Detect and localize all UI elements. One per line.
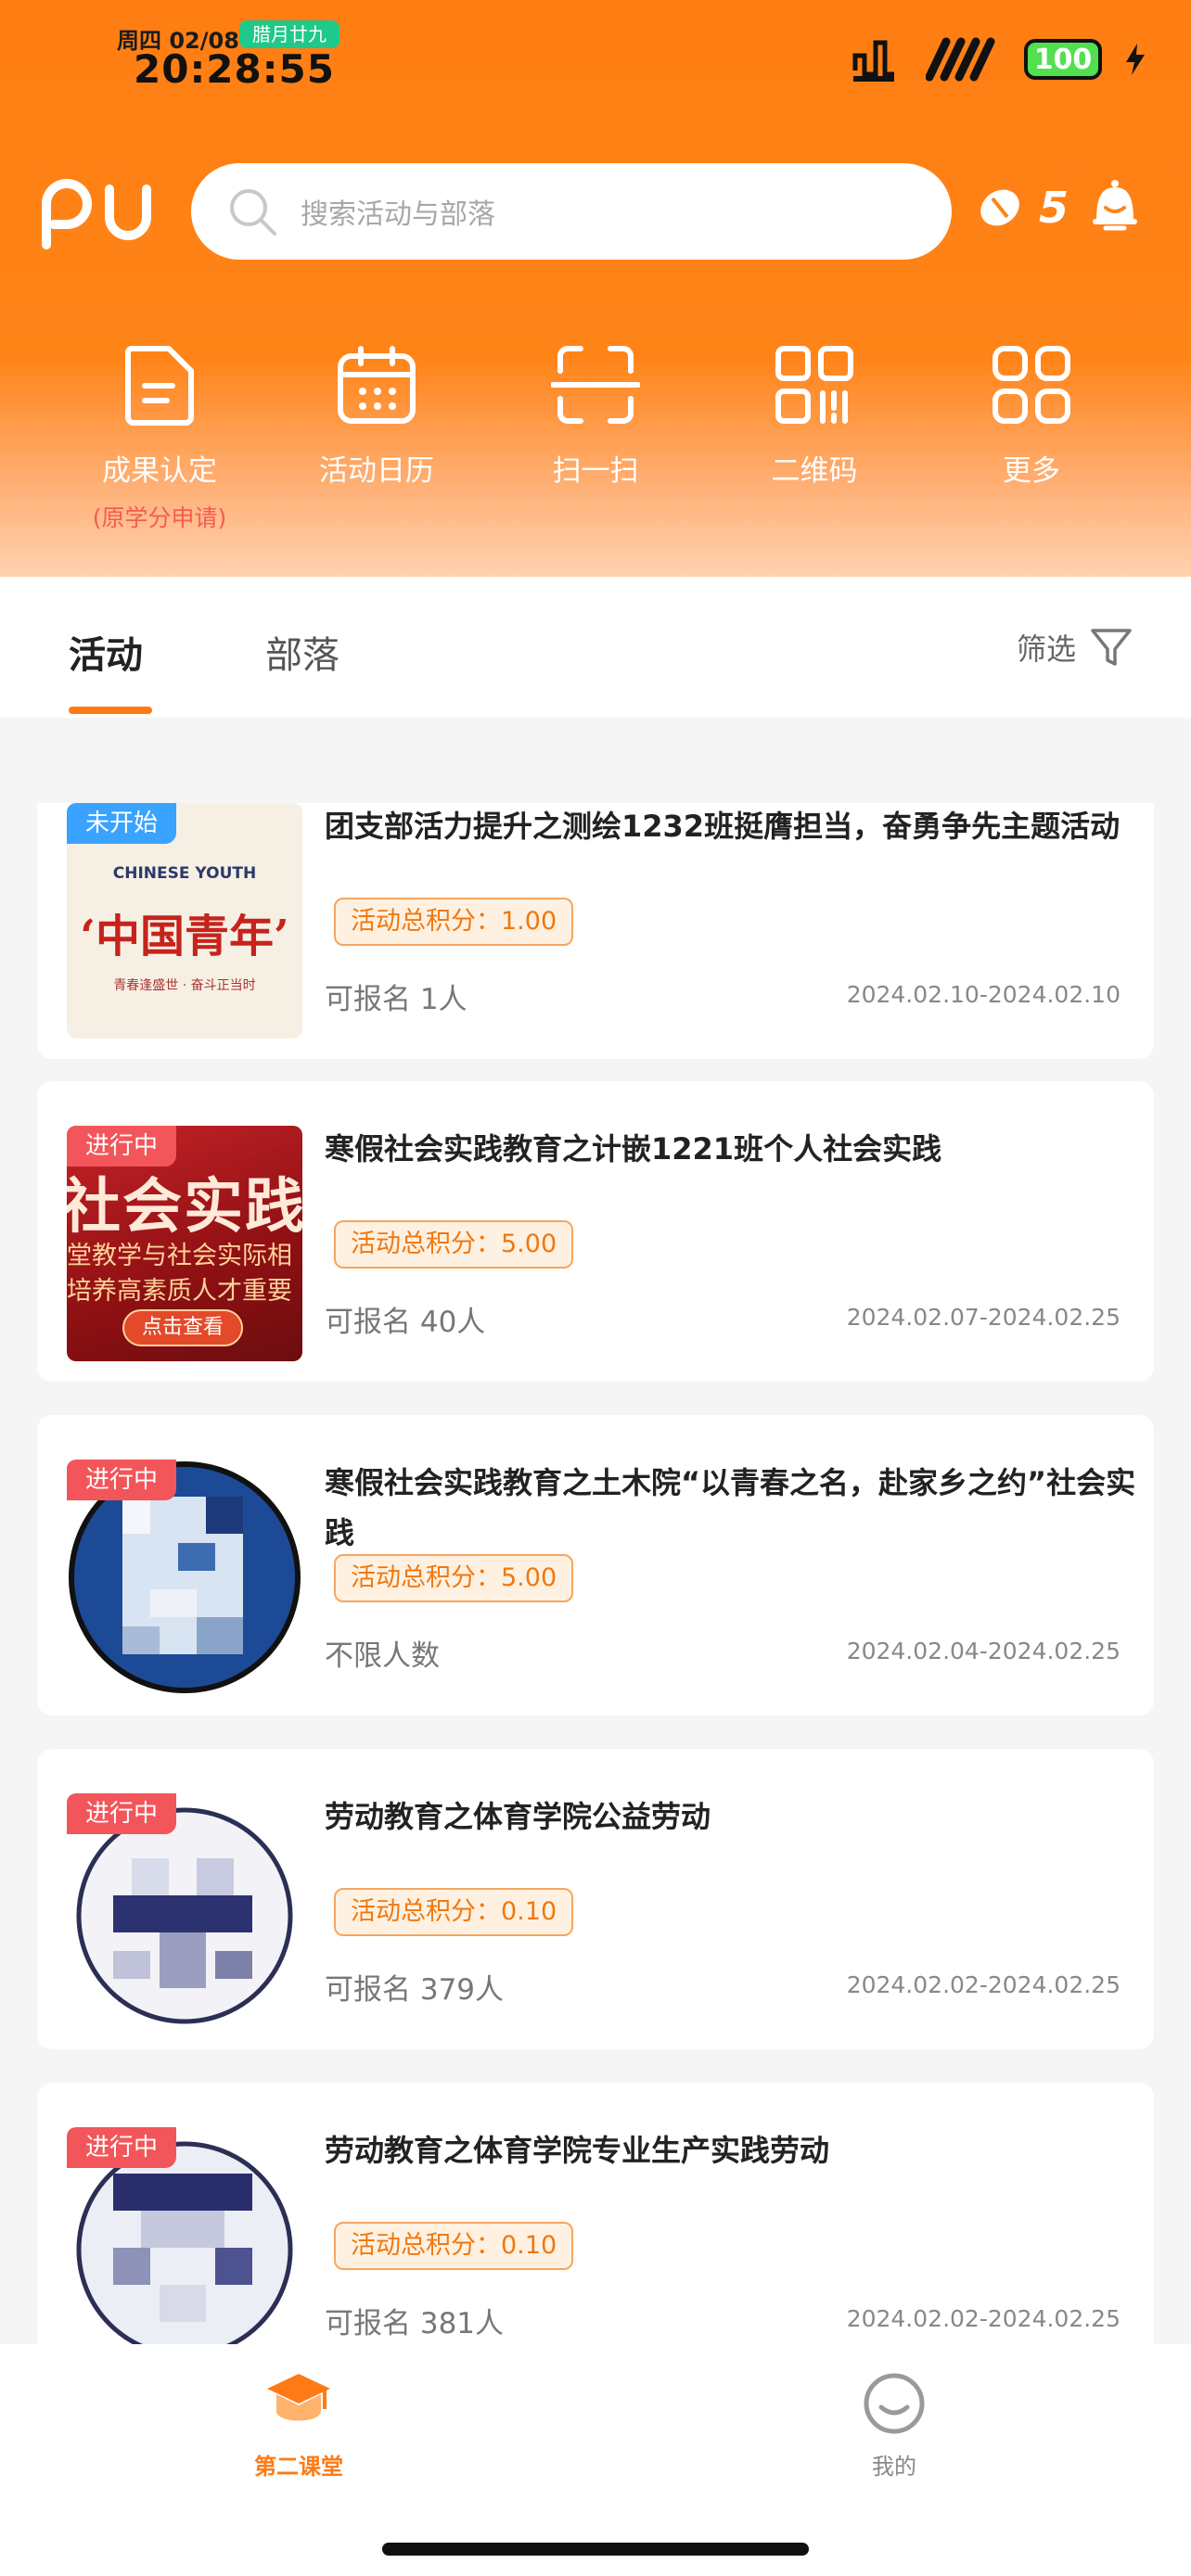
activity-card[interactable]: 社会实践 堂教学与社会实际相 培养高素质人才重要 点击查看 进行中 寒假社会实践… xyxy=(37,1081,1154,1382)
search-placeholder: 搜索活动与部落 xyxy=(301,198,495,231)
activity-card[interactable]: CHINESE YOUTH ‘中国青年’ 青春逢盛世 · 奋斗正当时 未开始 团… xyxy=(37,803,1154,1059)
document-icon xyxy=(125,346,194,426)
activity-title: 劳动教育之体育学院专业生产实践劳动 xyxy=(325,2133,830,2168)
nav-mine[interactable]: 我的 xyxy=(792,2370,996,2480)
score-badge: 活动总积分：1.00 xyxy=(334,898,574,946)
tab-bar: 活动 部落 筛选 xyxy=(0,577,1191,718)
score-badge: 活动总积分：0.10 xyxy=(334,1888,574,1936)
filter-label: 筛选 xyxy=(1016,631,1076,667)
quick-action-label: 扫一扫 xyxy=(552,454,639,488)
wifi-icon xyxy=(926,37,995,82)
coin-icon xyxy=(980,189,1019,226)
signup-quota: 可报名 40人 xyxy=(325,1306,486,1339)
score-badge: 活动总积分：5.00 xyxy=(334,1220,574,1269)
graduation-cap-icon xyxy=(267,2374,330,2421)
quick-action-label: 活动日历 xyxy=(319,454,434,488)
thumbnail-slogan: 青春逢盛世 · 奋斗正当时 xyxy=(113,978,256,993)
activity-title: 团支部活力提升之测绘1232班挺膺担当，奋勇争先主题活动 xyxy=(325,809,1121,844)
signup-quota: 可报名 381人 xyxy=(325,2307,505,2340)
nav-second-classroom[interactable]: 第二课堂 xyxy=(197,2370,401,2480)
status-badge: 进行中 xyxy=(67,2127,177,2168)
signup-quota: 可报名 1人 xyxy=(325,983,467,1016)
activity-card[interactable]: 进行中 劳动教育之体育学院公益劳动 活动总积分：0.10 可报名 379人 20… xyxy=(37,1749,1154,2049)
thumbnail-line: 培养高素质人才重要 xyxy=(67,1277,292,1306)
quick-action-qrcode[interactable]: 二维码 xyxy=(712,343,916,489)
status-badge: 进行中 xyxy=(67,1126,177,1167)
thumbnail-button: 点击查看 xyxy=(122,1309,243,1346)
search-bar[interactable]: 搜索活动与部落 xyxy=(191,163,952,260)
app-screen: 周四 02/08 腊月廿九 20:28:55 100 搜索活动与部落 5 成果认… xyxy=(0,0,1191,2576)
thumbnail-caption-cn: ‘中国青年’ xyxy=(80,911,289,963)
home-indicator xyxy=(382,2543,809,2556)
quick-action-more[interactable]: 更多 xyxy=(929,343,1133,489)
nav-label: 第二课堂 xyxy=(254,2454,343,2480)
coin-count: 5 xyxy=(1039,183,1069,233)
pu-logo xyxy=(42,179,151,249)
filter-button[interactable]: 筛选 xyxy=(1017,625,1133,670)
search-icon xyxy=(230,189,276,236)
activity-dates: 2024.02.07-2024.02.25 xyxy=(846,1304,1121,1331)
activity-title: 寒假社会实践教育之土木院“以青春之名，赴家乡之约”社会实践 xyxy=(325,1465,1136,1550)
score-badge: 活动总积分：0.10 xyxy=(334,2222,574,2270)
calendar-icon xyxy=(338,346,416,424)
status-badge: 未开始 xyxy=(67,803,177,844)
quick-action-achievement[interactable]: 成果认定 (原学分申请) xyxy=(58,343,262,533)
score-badge: 活动总积分：5.00 xyxy=(334,1554,574,1602)
quick-action-sublabel: (原学分申请) xyxy=(92,504,227,531)
header: 周四 02/08 腊月廿九 20:28:55 100 搜索活动与部落 5 成果认… xyxy=(0,0,1191,577)
signup-quota: 不限人数 xyxy=(325,1639,440,1673)
thumbnail-headline: 社会实践 xyxy=(67,1172,302,1242)
signup-quota: 可报名 379人 xyxy=(325,1973,505,2007)
signal-icon xyxy=(852,40,894,82)
nav-label: 我的 xyxy=(872,2454,916,2480)
filter-icon xyxy=(1091,629,1132,666)
bottom-nav: 第二课堂 我的 xyxy=(0,2344,1191,2576)
activity-title: 劳动教育之体育学院公益劳动 xyxy=(325,1799,711,1834)
activity-dates: 2024.02.02-2024.02.25 xyxy=(846,2305,1121,2332)
activity-dates: 2024.02.10-2024.02.10 xyxy=(846,981,1121,1008)
battery-icon: 100 xyxy=(1024,39,1102,80)
status-badge: 进行中 xyxy=(67,1460,177,1500)
activity-list: CHINESE YOUTH ‘中国青年’ 青春逢盛世 · 奋斗正当时 未开始 团… xyxy=(0,803,1191,2344)
quick-action-label: 二维码 xyxy=(771,454,858,488)
quick-action-scan[interactable]: 扫一扫 xyxy=(493,343,698,489)
activity-dates: 2024.02.02-2024.02.25 xyxy=(846,1971,1121,1998)
quick-action-label: 更多 xyxy=(1003,454,1060,488)
activity-card[interactable]: 进行中 劳动教育之体育学院专业生产实践劳动 活动总积分：0.10 可报名 381… xyxy=(37,2083,1154,2344)
scan-icon xyxy=(551,346,640,424)
thumbnail-line: 堂教学与社会实际相 xyxy=(67,1242,292,1270)
thumbnail-caption-en: CHINESE YOUTH xyxy=(112,864,257,883)
activity-title: 寒假社会实践教育之计嵌1221班个人社会实践 xyxy=(325,1131,942,1167)
tab-underline xyxy=(69,707,152,714)
activity-card[interactable]: 进行中 寒假社会实践教育之土木院“以青春之名，赴家乡之约”社会实践 活动总积分：… xyxy=(37,1415,1154,1715)
quick-action-label: 成果认定 xyxy=(102,454,217,488)
charging-icon xyxy=(1126,44,1145,75)
quick-action-calendar[interactable]: 活动日历 xyxy=(275,343,479,489)
tab-tribes[interactable]: 部落 xyxy=(265,625,339,679)
lunar-date-badge: 腊月廿九 xyxy=(239,20,339,48)
status-badge: 进行中 xyxy=(67,1793,177,1834)
smiley-icon xyxy=(864,2373,925,2434)
bell-icon[interactable] xyxy=(1089,178,1141,237)
status-time: 20:28:55 xyxy=(134,46,335,92)
qrcode-icon xyxy=(775,346,853,424)
status-icons: 100 xyxy=(850,33,1145,85)
grid-icon xyxy=(992,346,1070,424)
tab-activities[interactable]: 活动 xyxy=(69,625,143,679)
activity-dates: 2024.02.04-2024.02.25 xyxy=(846,1638,1121,1664)
coin-balance[interactable]: 5 xyxy=(974,182,1069,234)
